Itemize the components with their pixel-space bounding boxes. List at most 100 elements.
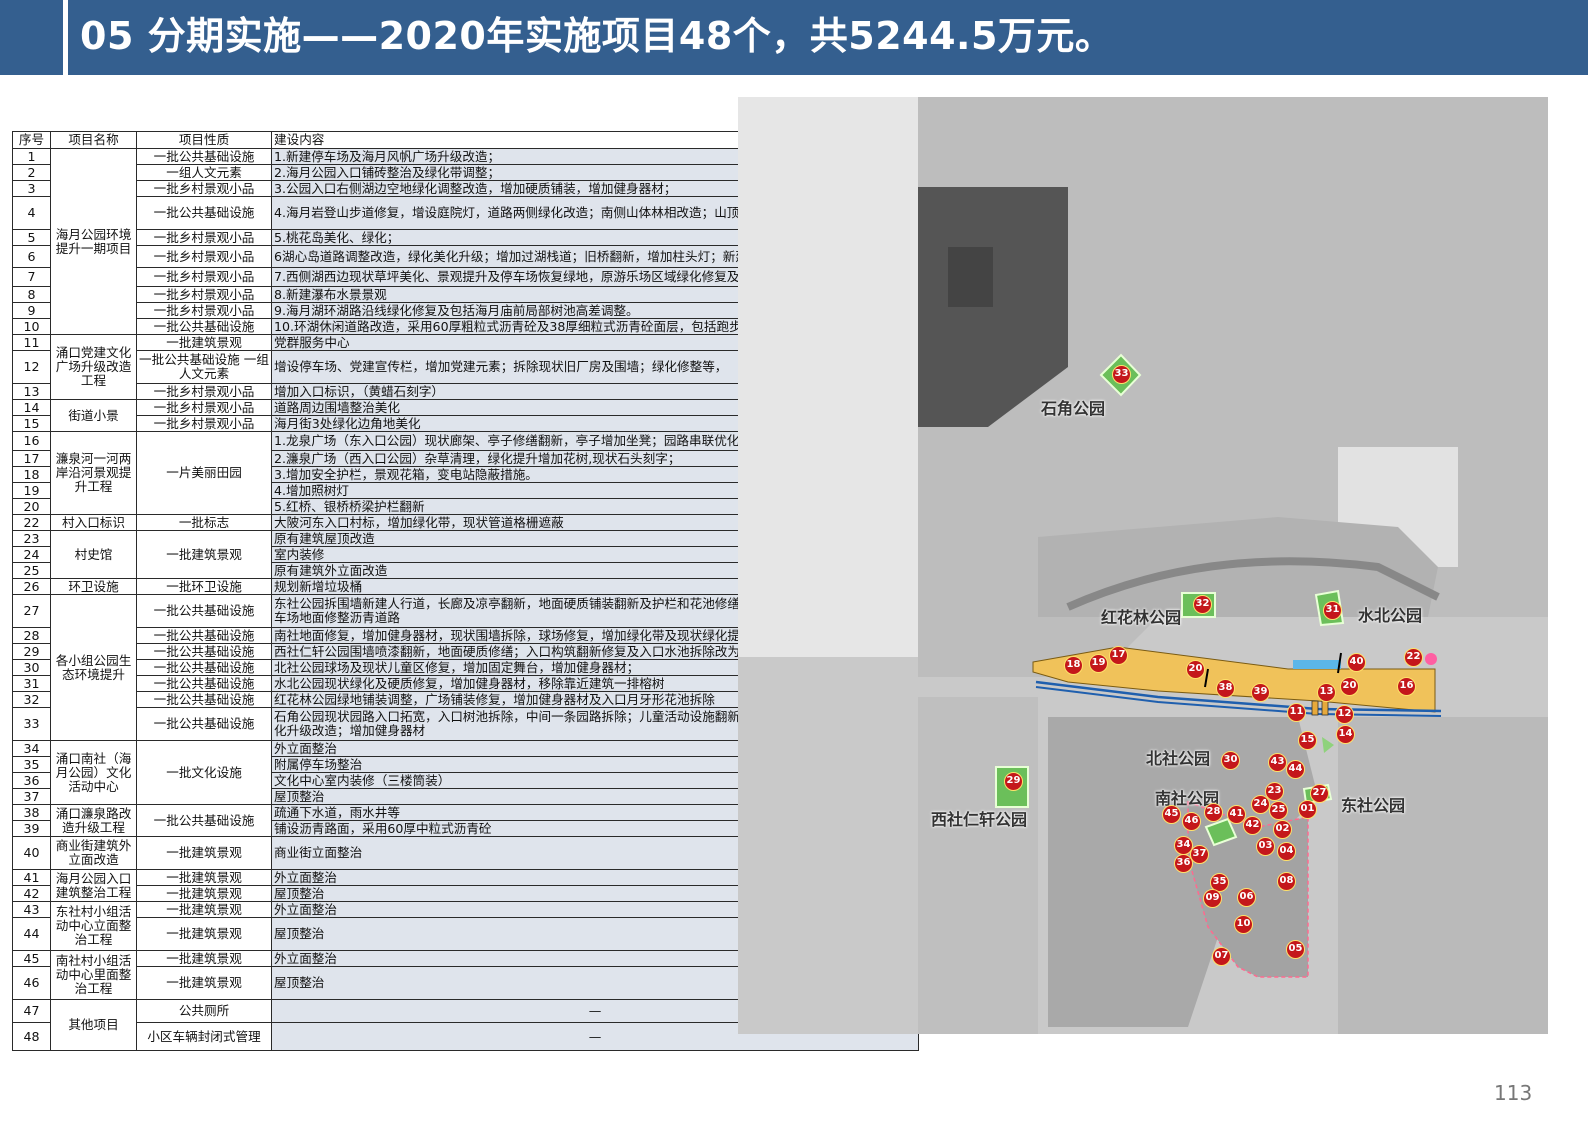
project-marker: 22 <box>1404 648 1423 667</box>
project-type: 一批乡村景观小品 <box>136 267 272 287</box>
project-type: 一批建筑景观 <box>136 530 272 579</box>
project-marker: 42 <box>1243 816 1262 835</box>
project-marker: 18 <box>1064 656 1083 675</box>
project-marker: 46 <box>1182 812 1201 831</box>
row-no: 2 <box>12 164 51 181</box>
row-no: 37 <box>12 788 51 805</box>
project-marker: 45 <box>1162 805 1181 824</box>
project-type: 一批环卫设施 <box>136 578 272 595</box>
row-no: 35 <box>12 756 51 773</box>
project-type: 一批建筑景观 <box>136 869 272 886</box>
project-marker: 39 <box>1251 683 1270 702</box>
row-no: 33 <box>12 707 51 741</box>
row-no: 36 <box>12 772 51 789</box>
header-accent-block <box>0 0 63 75</box>
row-no: 24 <box>12 546 51 563</box>
row-no: 38 <box>12 804 51 821</box>
project-marker: 36 <box>1174 854 1193 873</box>
project-type: 一批公共基础设施 <box>136 804 272 837</box>
row-no: 25 <box>12 562 51 579</box>
col-header-name: 项目名称 <box>50 131 137 149</box>
project-type: 一批乡村景观小品 <box>136 415 272 432</box>
project-marker: 38 <box>1216 679 1235 698</box>
project-marker: 13 <box>1317 683 1336 702</box>
project-marker: 11 <box>1287 703 1306 722</box>
project-marker: 03 <box>1256 837 1275 856</box>
project-marker: 33 <box>1112 365 1131 384</box>
project-marker: 05 <box>1286 940 1305 959</box>
project-name: 涌口濂泉路改造升级工程 <box>50 804 137 837</box>
park-label: 西社仁轩公园 <box>931 810 1028 829</box>
row-no: 7 <box>12 267 51 287</box>
project-marker: 28 <box>1204 803 1223 822</box>
park-label: 北社公园 <box>1146 749 1211 768</box>
project-marker: 04 <box>1277 842 1296 861</box>
row-no: 17 <box>12 450 51 467</box>
project-marker: 29 <box>1004 772 1023 791</box>
row-no: 22 <box>12 514 51 531</box>
project-name: 商业街建筑外立面改造 <box>50 836 137 870</box>
project-marker: 06 <box>1237 888 1256 907</box>
col-header-type: 项目性质 <box>136 131 272 149</box>
project-marker: 07 <box>1212 947 1231 966</box>
row-no: 44 <box>12 917 51 951</box>
project-type: 一批乡村景观小品 <box>136 399 272 416</box>
project-name: 环卫设施 <box>50 578 137 595</box>
project-marker: 14 <box>1336 725 1355 744</box>
project-marker: 19 <box>1089 654 1108 673</box>
row-no: 48 <box>12 1022 51 1051</box>
row-no: 10 <box>12 318 51 335</box>
page-number: 113 <box>1494 1081 1533 1105</box>
row-no: 13 <box>12 383 51 400</box>
park-label: 东社公园 <box>1341 796 1406 815</box>
project-type: 一批乡村景观小品 <box>136 383 272 400</box>
row-no: 28 <box>12 627 51 644</box>
project-type: 小区车辆封闭式管理 <box>136 1022 272 1051</box>
row-no: 15 <box>12 415 51 432</box>
project-marker: 32 <box>1193 595 1212 614</box>
project-type: 一批公共基础设施 <box>136 675 272 692</box>
row-no: 16 <box>12 431 51 451</box>
row-no: 30 <box>12 659 51 676</box>
project-marker: 31 <box>1323 601 1342 620</box>
row-no: 3 <box>12 180 51 197</box>
header-bar: 05 分期实施——2020年实施项目48个，共5244.5万元。 <box>68 0 1588 75</box>
project-type: 一批乡村景观小品 <box>136 245 272 268</box>
project-name: 濂泉河一河两岸沿河景观提升工程 <box>50 431 137 515</box>
project-marker: 43 <box>1268 753 1287 772</box>
project-name: 南社村小组活动中心里面整治工程 <box>50 950 137 1000</box>
project-marker: 02 <box>1273 820 1292 839</box>
row-no: 1 <box>12 148 51 165</box>
page-title: 05 分期实施——2020年实施项目48个，共5244.5万元。 <box>80 14 1114 58</box>
project-type: 一批公共基础设施 <box>136 691 272 708</box>
project-type: 一批公共基础设施 一组人文元素 <box>136 350 272 384</box>
map-base <box>738 97 1548 1034</box>
row-no: 47 <box>12 999 51 1023</box>
project-name: 涌口南社（海月公园）文化活动中心 <box>50 740 137 805</box>
row-no: 8 <box>12 286 51 303</box>
project-type: 一片美丽田园 <box>136 431 272 515</box>
project-type: 一批公共基础设施 <box>136 148 272 165</box>
project-marker: 08 <box>1277 872 1296 891</box>
row-no: 23 <box>12 530 51 547</box>
project-marker: 44 <box>1286 760 1305 779</box>
project-marker: 27 <box>1310 784 1329 803</box>
project-type: 一批建筑景观 <box>136 885 272 902</box>
project-type: 一批建筑景观 <box>136 917 272 951</box>
row-no: 27 <box>12 594 51 628</box>
row-no: 45 <box>12 950 51 967</box>
project-name: 海月公园环境提升一期项目 <box>50 148 137 335</box>
row-no: 18 <box>12 466 51 483</box>
project-type: 一批公共基础设施 <box>136 627 272 644</box>
row-no: 20 <box>12 498 51 515</box>
row-no: 14 <box>12 399 51 416</box>
project-type: 一批标志 <box>136 514 272 531</box>
project-type: 公共厕所 <box>136 999 272 1023</box>
project-marker: 20 <box>1340 677 1359 696</box>
project-type: 一批建筑景观 <box>136 966 272 1000</box>
row-no: 5 <box>12 229 51 246</box>
project-name: 村入口标识 <box>50 514 137 531</box>
project-marker: 40 <box>1347 653 1366 672</box>
park-label: 水北公园 <box>1358 606 1423 625</box>
project-marker: 30 <box>1221 751 1240 770</box>
